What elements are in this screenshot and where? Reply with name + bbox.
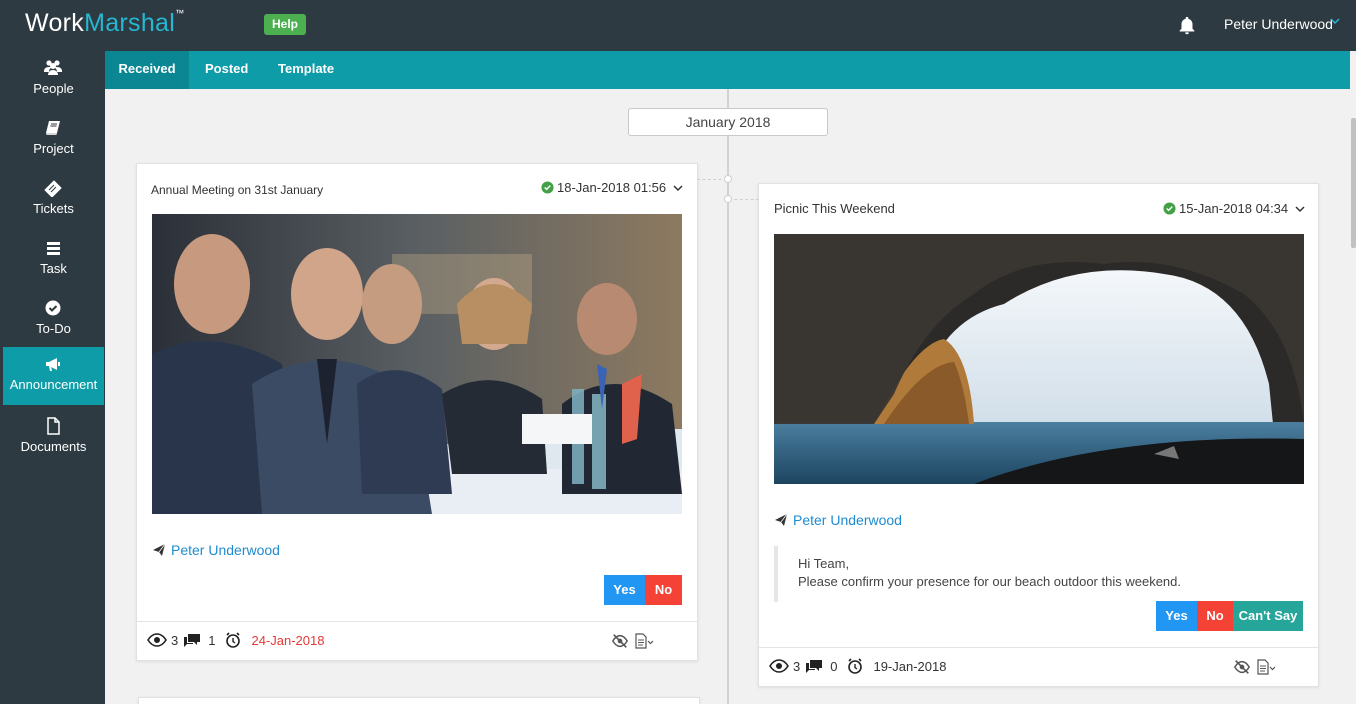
message-line: Hi Team, <box>798 556 850 571</box>
views-count: 3 <box>793 658 801 674</box>
timeline-node <box>724 175 732 183</box>
no-button[interactable]: No <box>1197 601 1233 631</box>
card-author[interactable]: Peter Underwood <box>152 542 280 558</box>
eye-icon[interactable] <box>769 658 789 674</box>
book-icon <box>46 121 60 135</box>
document-menu-icon[interactable] <box>633 632 655 650</box>
comments-icon[interactable] <box>182 632 202 648</box>
eye-slash-icon[interactable] <box>1233 658 1251 676</box>
scrollbar-thumb[interactable] <box>1351 118 1356 248</box>
sidebar-item-label: Task <box>40 261 67 276</box>
card-footer-actions <box>1233 658 1277 676</box>
card-stats: 3 0 19-Jan-2018 <box>769 658 946 674</box>
logo-trademark: ™ <box>175 7 185 18</box>
user-menu-name[interactable]: Peter Underwood <box>1224 16 1333 32</box>
chevron-down-icon[interactable] <box>1295 204 1305 214</box>
alarm-clock-icon <box>848 658 863 674</box>
yes-button[interactable]: Yes <box>604 575 645 605</box>
sidebar-item-project[interactable]: Project <box>3 111 104 169</box>
check-circle-icon <box>541 181 554 194</box>
timeline-node <box>724 195 732 203</box>
announcement-image <box>152 214 682 514</box>
sidebar-item-label: People <box>33 81 74 96</box>
logo-text-main: Work <box>25 9 85 37</box>
tab-bar: Received Posted Template <box>105 51 1350 89</box>
check-circle-icon <box>1163 202 1176 215</box>
card-date[interactable]: 15-Jan-2018 04:34 <box>1163 201 1305 216</box>
tab-posted[interactable]: Posted <box>205 51 248 89</box>
sidebar-item-label: Tickets <box>33 201 74 216</box>
comments-count: 0 <box>830 658 838 674</box>
card-author[interactable]: Peter Underwood <box>774 512 902 528</box>
eye-icon[interactable] <box>147 632 167 648</box>
sidebar-item-todo[interactable]: To-Do <box>3 291 104 349</box>
sidebar-item-label: Announcement <box>9 377 98 392</box>
author-name: Peter Underwood <box>793 512 902 528</box>
sidebar-item-tickets[interactable]: Tickets <box>3 171 104 229</box>
sidebar-item-label: To-Do <box>36 321 71 336</box>
message-line: Please confirm your presence for our bea… <box>798 574 1181 589</box>
document-menu-icon[interactable] <box>1255 658 1277 676</box>
sidebar-item-task[interactable]: Task <box>3 231 104 289</box>
megaphone-icon <box>46 358 60 371</box>
tab-template[interactable]: Template <box>278 51 334 89</box>
card-datetime: 18-Jan-2018 01:56 <box>557 180 667 195</box>
list-icon <box>47 242 60 255</box>
card-title: Annual Meeting on 31st January <box>151 183 324 197</box>
chevron-down-icon[interactable] <box>673 183 683 193</box>
comments-icon[interactable] <box>804 658 824 674</box>
top-bar: WorkMarshal™ Help Peter Underwood <box>0 0 1356 51</box>
yes-button[interactable]: Yes <box>1156 601 1197 631</box>
card-datetime: 15-Jan-2018 04:34 <box>1179 201 1289 216</box>
sea-cave-photo <box>774 234 1304 484</box>
announcement-card: Picnic This Weekend 15-Jan-2018 04:34 Pe… <box>758 183 1319 687</box>
document-icon <box>47 417 60 435</box>
cant-say-button[interactable]: Can't Say <box>1233 601 1303 631</box>
card-title: Picnic This Weekend <box>774 201 895 216</box>
author-name: Peter Underwood <box>171 542 280 558</box>
sidebar-item-label: Project <box>33 141 74 156</box>
sidebar: People Project Tickets Task To-Do Announ… <box>0 51 105 704</box>
app-logo[interactable]: WorkMarshal™ <box>25 7 185 38</box>
chevron-down-icon[interactable] <box>1330 16 1340 26</box>
sidebar-item-documents[interactable]: Documents <box>3 409 104 467</box>
send-icon <box>153 543 166 556</box>
due-date: 24-Jan-2018 <box>251 632 325 648</box>
check-circle-icon <box>45 300 61 316</box>
due-date: 19-Jan-2018 <box>873 658 947 674</box>
help-button[interactable]: Help <box>264 14 306 35</box>
ticket-icon <box>44 180 62 197</box>
bell-icon[interactable] <box>1176 15 1198 37</box>
comments-count: 1 <box>208 632 216 648</box>
eye-slash-icon[interactable] <box>611 632 629 650</box>
sidebar-item-label: Documents <box>20 439 87 454</box>
card-footer: 3 0 19-Jan-2018 <box>759 647 1318 687</box>
sidebar-item-announcement[interactable]: Announcement <box>3 347 104 405</box>
announcement-card-partial <box>138 697 700 704</box>
card-date[interactable]: 18-Jan-2018 01:56 <box>541 180 683 195</box>
tab-received[interactable]: Received <box>105 51 189 89</box>
no-button[interactable]: No <box>645 575 682 605</box>
timeline-month-label: January 2018 <box>628 108 828 136</box>
announcement-message: Hi Team, Please confirm your presence fo… <box>774 546 1304 602</box>
card-stats: 3 1 24-Jan-2018 <box>147 632 324 648</box>
announcement-image <box>774 234 1304 484</box>
alarm-clock-icon <box>226 632 241 648</box>
timeline-connector <box>729 199 759 200</box>
views-count: 3 <box>171 632 179 648</box>
card-footer-actions <box>611 632 655 650</box>
card-footer: 3 1 24-Jan-2018 <box>137 621 697 661</box>
send-icon <box>775 513 788 526</box>
timeline-connector <box>697 179 727 180</box>
sidebar-item-people[interactable]: People <box>3 51 104 109</box>
people-icon <box>44 60 62 75</box>
announcement-card: Annual Meeting on 31st January 18-Jan-20… <box>136 163 698 661</box>
logo-text-accent: Marshal <box>84 9 176 37</box>
business-meeting-photo <box>152 214 682 514</box>
